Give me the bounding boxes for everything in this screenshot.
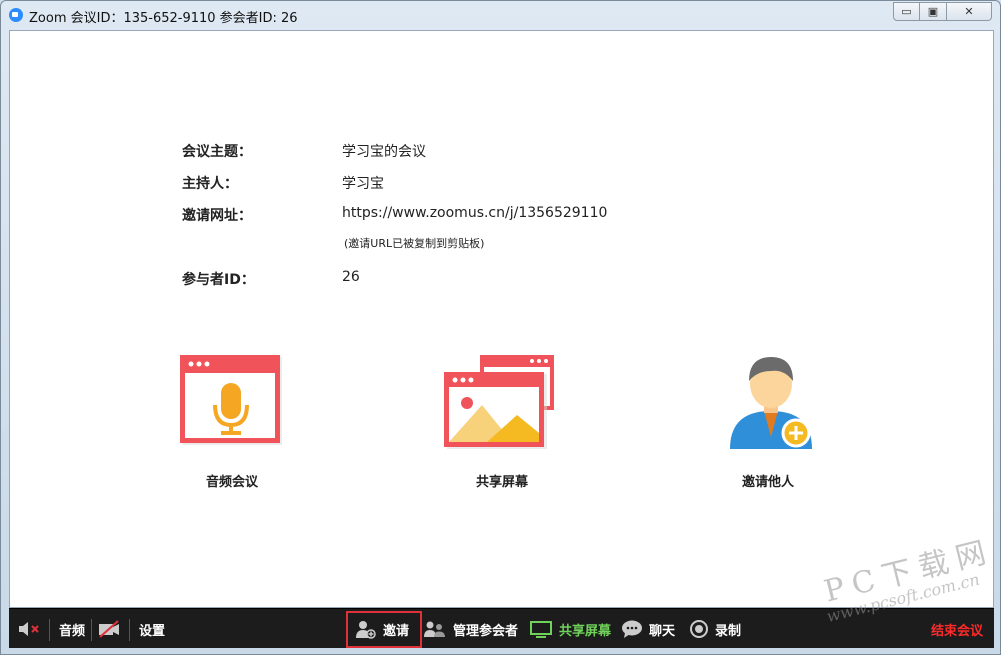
- video-toggle[interactable]: [97, 609, 121, 649]
- minimize-button[interactable]: ▭: [893, 2, 920, 21]
- muted-speaker-icon: [19, 622, 39, 636]
- window-controls: ▭ ▣ ✕: [893, 2, 992, 21]
- chat-bubble-icon: [622, 620, 642, 638]
- record-icon: [690, 620, 708, 638]
- audio-conference-icon: [180, 355, 282, 445]
- zoom-window: Zoom 会议ID：135-652-9110 参会者ID: 26 ▭ ▣ ✕ 会…: [0, 0, 1001, 655]
- close-button[interactable]: ✕: [947, 2, 992, 21]
- participants-icon: [424, 621, 445, 637]
- audio-label: 音频: [59, 623, 86, 639]
- mute-toggle[interactable]: [17, 609, 41, 649]
- toolbar-divider: [49, 619, 50, 641]
- zoom-logo-icon: [9, 8, 23, 22]
- record-button[interactable]: 录制: [689, 609, 741, 649]
- toolbar-divider: [129, 619, 130, 641]
- invite-label: 邀请: [383, 623, 410, 639]
- window-title: Zoom 会议ID：135-652-9110 参会者ID: 26: [29, 11, 298, 26]
- record-label: 录制: [715, 623, 742, 639]
- share-screen-icon: [444, 355, 554, 449]
- manage-participants-button[interactable]: 管理参会者: [423, 609, 518, 649]
- topic-label: 会议主题：: [182, 144, 252, 160]
- settings-button[interactable]: 设置: [133, 609, 165, 649]
- invite-user-icon: [730, 357, 812, 449]
- chat-label: 聊天: [649, 623, 676, 639]
- chat-button[interactable]: 聊天: [621, 609, 675, 649]
- invite-others-label: 邀请他人: [742, 475, 795, 490]
- title-bar: Zoom 会议ID：135-652-9110 参会者ID: 26 ▭ ▣ ✕: [1, 1, 1000, 29]
- invite-others-action[interactable]: 邀请他人: [722, 349, 822, 493]
- end-meeting-button[interactable]: 结束会议: [931, 609, 983, 649]
- toolbar-divider: [91, 619, 92, 641]
- host-value: 学习宝: [342, 176, 384, 192]
- maximize-button[interactable]: ▣: [920, 2, 947, 21]
- settings-label: 设置: [139, 623, 166, 639]
- invite-url-label: 邀请网址：: [182, 208, 252, 224]
- invite-url-value[interactable]: https://www.zoomus.cn/j/1356529110: [342, 205, 607, 221]
- participant-id-label: 参与者ID：: [182, 272, 255, 288]
- audio-button[interactable]: 音频: [53, 609, 85, 649]
- share-screen-button[interactable]: 共享屏幕: [529, 609, 611, 649]
- audio-conference-action[interactable]: 音频会议: [176, 353, 286, 493]
- share-screen-label: 共享屏幕: [476, 475, 529, 490]
- topic-value: 学习宝的会议: [342, 144, 426, 160]
- share-screen-toolbar-label: 共享屏幕: [559, 623, 612, 639]
- video-off-icon: [99, 620, 119, 638]
- meeting-panel: 会议主题： 学习宝的会议 主持人： 学习宝 邀请网址： https://www.…: [9, 30, 994, 608]
- share-screen-action[interactable]: 共享屏幕: [442, 353, 562, 493]
- share-screen-monitor-icon: [530, 621, 552, 638]
- manage-participants-label: 管理参会者: [453, 623, 519, 639]
- end-meeting-label: 结束会议: [931, 623, 984, 639]
- invite-button[interactable]: 邀请: [355, 609, 409, 649]
- audio-conference-label: 音频会议: [206, 475, 259, 490]
- host-label: 主持人：: [182, 176, 238, 192]
- participant-id-value: 26: [342, 269, 360, 285]
- invite-url-note: (邀请URL已被复制到剪贴板): [344, 237, 485, 250]
- add-user-icon: [356, 621, 376, 639]
- meeting-toolbar: 音频 设置 邀请 管理参会者 共享屏幕 聊天 录制 结束会议: [9, 608, 994, 648]
